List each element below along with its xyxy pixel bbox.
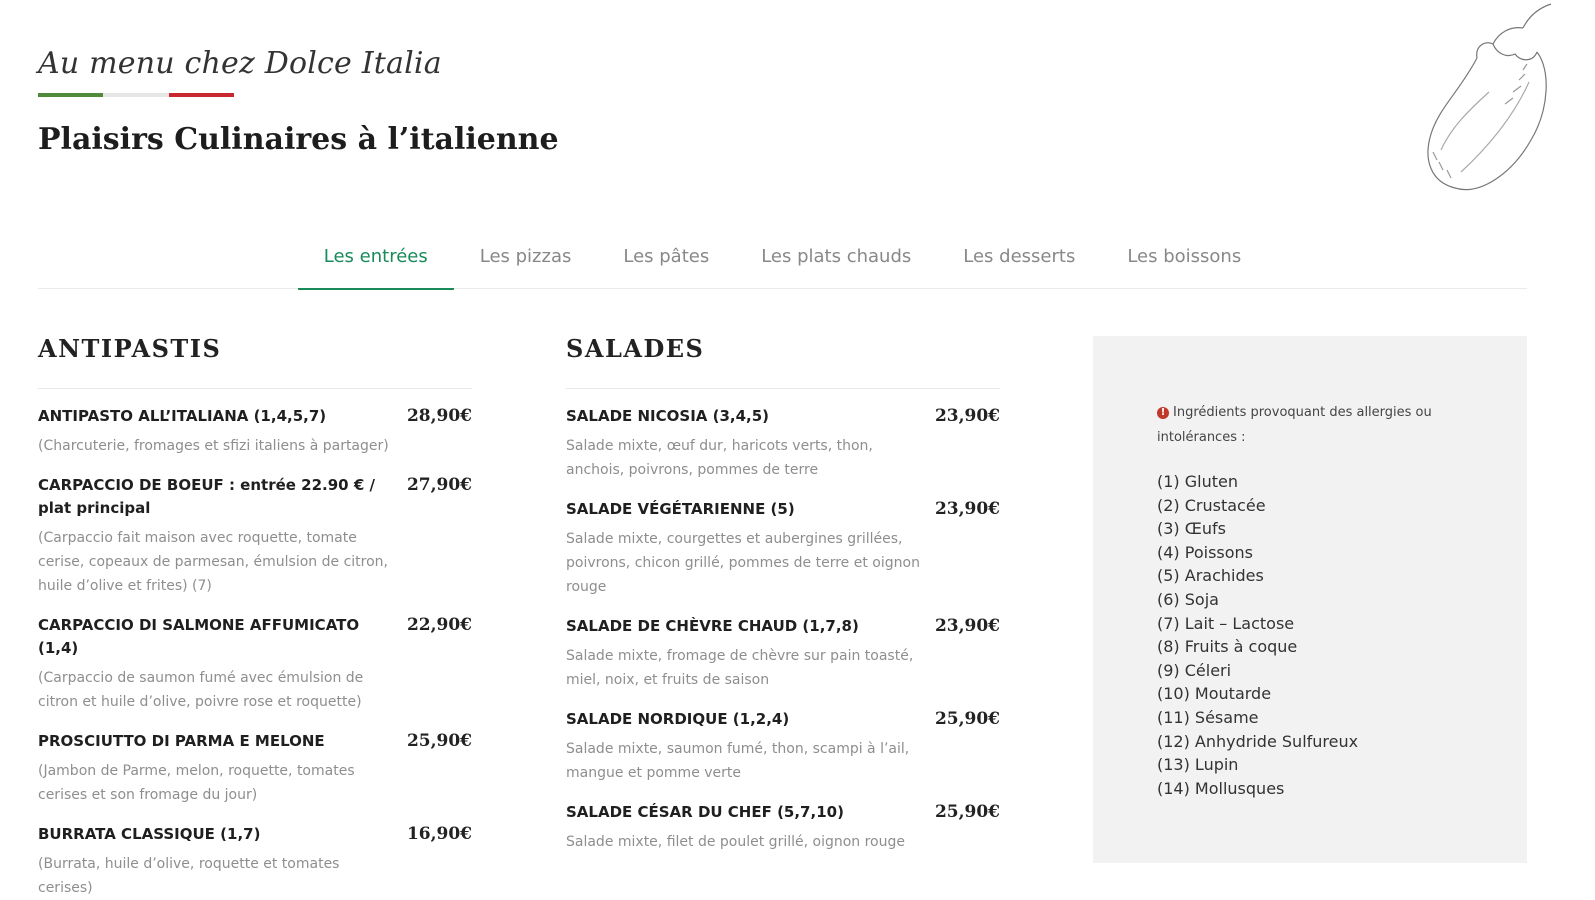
script-title: Au menu chez Dolce Italia xyxy=(38,46,442,81)
menu-item-price: 27,90€ xyxy=(406,475,472,495)
section-title: SALADES xyxy=(566,334,1000,389)
menu-item-name: PROSCIUTTO DI PARMA E MELONE xyxy=(38,732,325,750)
italian-flag-underline xyxy=(38,93,234,97)
menu-item-desc: Salade mixte, filet de poulet grillé, oi… xyxy=(566,834,905,850)
menu-item-name: SALADE DE CHÈVRE CHAUD (1,7,8) xyxy=(566,617,859,635)
flag-white xyxy=(103,93,169,97)
warning-icon: ! xyxy=(1157,407,1169,419)
menu-item: SALADE NICOSIA (3,4,5) Salade mixte, œuf… xyxy=(566,405,1000,482)
tab-desserts[interactable]: Les desserts xyxy=(937,236,1101,288)
menu-item-desc: (Carpaccio de saumon fumé avec émulsion … xyxy=(38,670,364,710)
allergy-item: (14) Mollusques xyxy=(1157,778,1285,798)
menu-item-desc: Salade mixte, courgettes et aubergines g… xyxy=(566,531,920,595)
menu-item-name: SALADE NICOSIA (3,4,5) xyxy=(566,407,770,425)
tab-entrees[interactable]: Les entrées xyxy=(297,236,454,290)
flag-red xyxy=(168,93,234,97)
menu-item-body: CARPACCIO DE BOEUF : entrée 22.90 € / pl… xyxy=(38,474,398,598)
page-title: Plaisirs Culinaires à l’italienne xyxy=(38,122,559,157)
allergy-note: ! Ingrédients provoquant des allergies ou… xyxy=(1157,400,1467,450)
menu-item-price: 25,90€ xyxy=(406,731,472,751)
menu-item-body: BURRATA CLASSIQUE (1,7) (Burrata, huile … xyxy=(38,823,398,900)
antipastis-section: ANTIPASTIS ANTIPASTO ALL’ITALIANA (1,4,5… xyxy=(38,334,472,900)
menu-item: SALADE VÉGÉTARIENNE (5) Salade mixte, co… xyxy=(566,498,1000,599)
menu-item-body: ANTIPASTO ALL’ITALIANA (1,4,5,7) (Charcu… xyxy=(38,405,398,458)
menu-item-name: BURRATA CLASSIQUE (1,7) xyxy=(38,825,261,843)
menu-item-body: SALADE VÉGÉTARIENNE (5) Salade mixte, co… xyxy=(566,498,926,599)
menu-item-price: 16,90€ xyxy=(406,824,472,844)
menu-item: SALADE CÉSAR DU CHEF (5,7,10) Salade mix… xyxy=(566,801,1000,854)
flag-green xyxy=(38,93,104,97)
allergy-item: (7) Lait – Lactose xyxy=(1157,613,1295,633)
allergy-item: (13) Lupin xyxy=(1157,755,1239,775)
allergy-panel: ! Ingrédients provoquant des allergies ou… xyxy=(1093,336,1527,863)
menu-item: BURRATA CLASSIQUE (1,7) (Burrata, huile … xyxy=(38,823,472,900)
menu-item-desc: (Jambon de Parme, melon, roquette, tomat… xyxy=(38,763,355,803)
menu-item-price: 25,90€ xyxy=(934,802,1000,822)
allergy-item: (3) Œufs xyxy=(1157,519,1226,539)
menu-item-name: CARPACCIO DE BOEUF : entrée 22.90 € / pl… xyxy=(38,476,375,517)
menu-item-body: SALADE CÉSAR DU CHEF (5,7,10) Salade mix… xyxy=(566,801,926,854)
menu-item-price: 23,90€ xyxy=(934,499,1000,519)
allergy-list: (1) Gluten (2) Crustacée (3) Œufs (4) Po… xyxy=(1157,470,1467,800)
menu-item: SALADE NORDIQUE (1,2,4) Salade mixte, sa… xyxy=(566,708,1000,785)
menu-item-body: PROSCIUTTO DI PARMA E MELONE (Jambon de … xyxy=(38,730,398,807)
tab-plats-chauds[interactable]: Les plats chauds xyxy=(735,236,937,288)
allergy-item: (9) Céleri xyxy=(1157,660,1232,680)
menu-item: ANTIPASTO ALL’ITALIANA (1,4,5,7) (Charcu… xyxy=(38,405,472,458)
menu-item: CARPACCIO DE BOEUF : entrée 22.90 € / pl… xyxy=(38,474,472,598)
allergy-item: (1) Gluten xyxy=(1157,472,1238,491)
allergy-item: (10) Moutarde xyxy=(1157,684,1272,704)
menu-item-desc: (Burrata, huile d’olive, roquette et tom… xyxy=(38,856,340,896)
allergy-item: (11) Sésame xyxy=(1157,707,1259,727)
menu-item-body: SALADE NICOSIA (3,4,5) Salade mixte, œuf… xyxy=(566,405,926,482)
menu-item-name: SALADE VÉGÉTARIENNE (5) xyxy=(566,500,795,518)
menu-item-price: 28,90€ xyxy=(406,406,472,426)
menu-item-desc: Salade mixte, fromage de chèvre sur pain… xyxy=(566,648,914,688)
menu-tabs: Les entrées Les pizzas Les pâtes Les pla… xyxy=(38,236,1527,290)
menu-item: SALADE DE CHÈVRE CHAUD (1,7,8) Salade mi… xyxy=(566,615,1000,692)
tab-boissons[interactable]: Les boissons xyxy=(1101,236,1267,288)
allergy-item: (12) Anhydride Sulfureux xyxy=(1157,731,1359,751)
allergy-item: (5) Arachides xyxy=(1157,566,1264,586)
tab-pates[interactable]: Les pâtes xyxy=(597,236,735,288)
eggplant-sketch-icon xyxy=(1427,3,1552,191)
menu-item-name: SALADE NORDIQUE (1,2,4) xyxy=(566,710,790,728)
section-title: ANTIPASTIS xyxy=(38,334,472,389)
allergy-item: (6) Soja xyxy=(1157,589,1219,609)
allergy-note-text: Ingrédients provoquant des allergies ou … xyxy=(1157,405,1432,445)
menu-item-name: CARPACCIO DI SALMONE AFFUMICATO (1,4) xyxy=(38,616,360,657)
menu-item-desc: Salade mixte, œuf dur, haricots verts, t… xyxy=(566,438,873,478)
menu-item-price: 23,90€ xyxy=(934,616,1000,636)
menu-item-price: 25,90€ xyxy=(934,709,1000,729)
menu-item: CARPACCIO DI SALMONE AFFUMICATO (1,4) (C… xyxy=(38,614,472,714)
menu-item-name: SALADE CÉSAR DU CHEF (5,7,10) xyxy=(566,803,844,821)
menu-item-body: SALADE DE CHÈVRE CHAUD (1,7,8) Salade mi… xyxy=(566,615,926,692)
allergy-item: (4) Poissons xyxy=(1157,542,1253,562)
tab-pizzas[interactable]: Les pizzas xyxy=(454,236,598,288)
menu-item-price: 23,90€ xyxy=(934,406,1000,426)
menu-item: PROSCIUTTO DI PARMA E MELONE (Jambon de … xyxy=(38,730,472,807)
allergy-item: (2) Crustacée xyxy=(1157,495,1266,515)
salades-section: SALADES SALADE NICOSIA (3,4,5) Salade mi… xyxy=(566,334,1000,854)
menu-item-desc: Salade mixte, saumon fumé, thon, scampi … xyxy=(566,741,910,781)
menu-item-desc: (Carpaccio fait maison avec roquette, to… xyxy=(38,530,388,594)
menu-item-body: CARPACCIO DI SALMONE AFFUMICATO (1,4) (C… xyxy=(38,614,398,714)
allergy-item: (8) Fruits à coque xyxy=(1157,637,1298,657)
menu-item-desc: (Charcuterie, fromages et sfizi italiens… xyxy=(38,438,389,454)
menu-item-body: SALADE NORDIQUE (1,2,4) Salade mixte, sa… xyxy=(566,708,926,785)
menu-item-name: ANTIPASTO ALL’ITALIANA (1,4,5,7) xyxy=(38,407,327,425)
menu-item-price: 22,90€ xyxy=(406,615,472,635)
